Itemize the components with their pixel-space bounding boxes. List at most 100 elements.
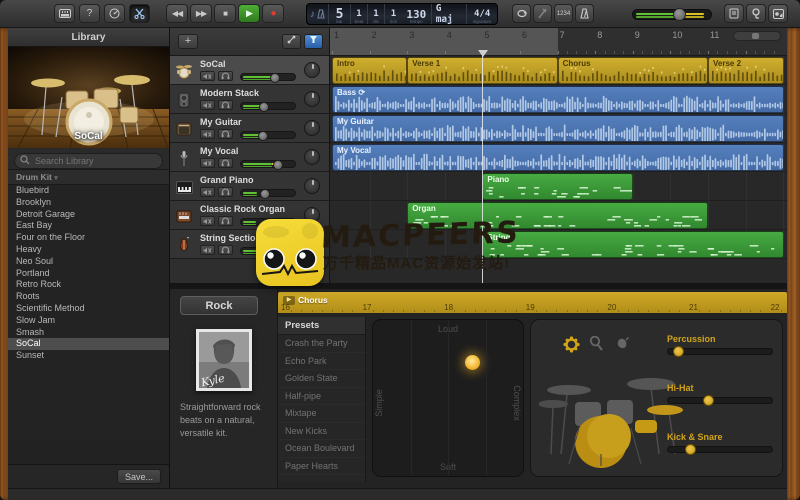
metronome-button[interactable]	[575, 4, 594, 23]
library-item[interactable]: Sunset	[8, 350, 169, 362]
tuner-button[interactable]	[104, 4, 125, 23]
solo-button[interactable]	[218, 71, 233, 81]
lcd-tempo[interactable]: 130 tempo	[402, 4, 432, 24]
library-item[interactable]: East Bay	[8, 220, 169, 232]
region-my-vocal[interactable]: My Vocal	[332, 144, 784, 171]
zoom-slider[interactable]	[733, 31, 781, 41]
slider-knob[interactable]	[685, 444, 696, 455]
lcd-position[interactable]: 5bar1beat1div1tick	[329, 4, 402, 24]
solo-button[interactable]	[218, 216, 233, 226]
pan-knob[interactable]	[304, 149, 320, 165]
pan-knob[interactable]	[304, 178, 320, 194]
media-browser-button[interactable]	[768, 4, 788, 23]
solo-button[interactable]	[218, 245, 233, 255]
add-track-button[interactable]: +	[178, 34, 198, 49]
region-piano[interactable]: Piano	[482, 173, 632, 200]
solo-button[interactable]	[218, 158, 233, 168]
track-filter-button[interactable]	[304, 34, 323, 49]
quick-help-button[interactable]: ?	[79, 4, 100, 23]
volume-thumb[interactable]	[260, 189, 270, 199]
notepad-button[interactable]	[724, 4, 744, 23]
library-category-header[interactable]: Drum Kit ▾	[8, 170, 169, 185]
library-item[interactable]: Scientific Method	[8, 303, 169, 315]
mute-button[interactable]	[200, 187, 215, 197]
percussion-slider[interactable]	[667, 348, 773, 355]
mute-button[interactable]	[200, 100, 215, 110]
library-item[interactable]: Brooklyn	[8, 197, 169, 209]
pan-knob[interactable]	[304, 62, 320, 78]
cycle-button[interactable]	[512, 4, 531, 23]
track-volume-slider[interactable]	[240, 189, 296, 197]
slider-knob[interactable]	[703, 395, 714, 406]
preset-item[interactable]: Ocean Boulevard	[278, 440, 365, 458]
region-chorus[interactable]: Chorus	[558, 57, 708, 84]
mute-button[interactable]	[200, 245, 215, 255]
preset-item[interactable]: Mixtape	[278, 405, 365, 423]
record-button[interactable]: ●	[262, 4, 284, 23]
track-header[interactable]: My Vocal	[170, 143, 329, 172]
timeline-ruler[interactable]: 1234567891011	[330, 28, 787, 56]
track-header[interactable]: Modern Stack	[170, 85, 329, 114]
xy-pad[interactable]: Loud Soft Simple Complex	[372, 319, 524, 477]
slider-knob[interactable]	[673, 346, 684, 357]
preset-item[interactable]: Echo Park	[278, 353, 365, 371]
library-item[interactable]: SoCal	[8, 338, 169, 350]
library-item[interactable]: Portland	[8, 268, 169, 280]
drum-kit-graphic[interactable]	[539, 354, 689, 469]
track-header[interactable]: SoCal	[170, 56, 329, 85]
solo-button[interactable]	[218, 129, 233, 139]
forward-button[interactable]: ▶▶	[190, 4, 212, 23]
editors-button[interactable]	[129, 4, 150, 23]
hi-hat-slider[interactable]	[667, 397, 773, 404]
handclap-icon[interactable]	[615, 336, 633, 354]
region-intro[interactable]: Intro	[332, 57, 407, 84]
track-header[interactable]: Grand Piano	[170, 172, 329, 201]
library-item[interactable]: Four on the Floor	[8, 232, 169, 244]
mute-button[interactable]	[200, 71, 215, 81]
region-strings[interactable]: Strings	[482, 231, 784, 258]
drummer-avatar[interactable]: Kyle	[196, 329, 252, 391]
volume-thumb[interactable]	[273, 160, 283, 170]
xy-pad-puck[interactable]	[465, 355, 480, 370]
pan-knob[interactable]	[304, 120, 320, 136]
track-volume-slider[interactable]	[240, 160, 296, 168]
preset-item[interactable]: Golden State	[278, 370, 365, 388]
pan-knob[interactable]	[304, 91, 320, 107]
library-toggle-button[interactable]	[54, 4, 75, 23]
editor-ruler[interactable]: ▶ Chorus 16171819202122	[278, 292, 787, 313]
tuning-button[interactable]	[533, 4, 552, 23]
track-header[interactable]: My Guitar	[170, 114, 329, 143]
volume-thumb[interactable]	[270, 73, 280, 83]
shaker-icon[interactable]	[589, 336, 607, 354]
lcd-key[interactable]: G maj key	[432, 4, 468, 24]
stop-button[interactable]: ■	[214, 4, 236, 23]
track-volume-slider[interactable]	[240, 131, 296, 139]
play-button[interactable]: ▶	[238, 4, 260, 23]
preset-item[interactable]: Half-pipe	[278, 388, 365, 406]
master-volume-slider[interactable]	[632, 9, 712, 20]
library-item[interactable]: Roots	[8, 291, 169, 303]
save-button[interactable]: Save...	[117, 469, 161, 484]
search-input[interactable]	[14, 153, 163, 169]
preset-item[interactable]: Paper Hearts	[278, 458, 365, 476]
region-bass[interactable]: Bass ⟳	[332, 86, 784, 113]
rewind-button[interactable]: ◀◀	[166, 4, 188, 23]
region-my-guitar[interactable]: My Guitar	[332, 115, 784, 142]
mute-button[interactable]	[200, 216, 215, 226]
lcd-mode-icons[interactable]: ♪	[307, 4, 329, 24]
mute-button[interactable]	[200, 129, 215, 139]
region-verse-2[interactable]: Verse 2	[708, 57, 784, 84]
mute-button[interactable]	[200, 158, 215, 168]
master-volume-thumb[interactable]	[673, 8, 686, 21]
solo-button[interactable]	[218, 100, 233, 110]
library-item[interactable]: Smash	[8, 327, 169, 339]
solo-button[interactable]	[218, 187, 233, 197]
track-volume-slider[interactable]	[240, 73, 296, 81]
library-item[interactable]: Slow Jam	[8, 315, 169, 327]
library-item[interactable]: Neo Soul	[8, 256, 169, 268]
playhead-handle[interactable]	[478, 50, 488, 57]
lcd-tick[interactable]: 1tick	[385, 4, 402, 24]
lcd-display[interactable]: ♪ 5bar1beat1div1tick 130 tempo G maj key…	[306, 3, 498, 25]
lcd-div[interactable]: 1div	[368, 4, 385, 24]
loop-browser-button[interactable]	[746, 4, 766, 23]
